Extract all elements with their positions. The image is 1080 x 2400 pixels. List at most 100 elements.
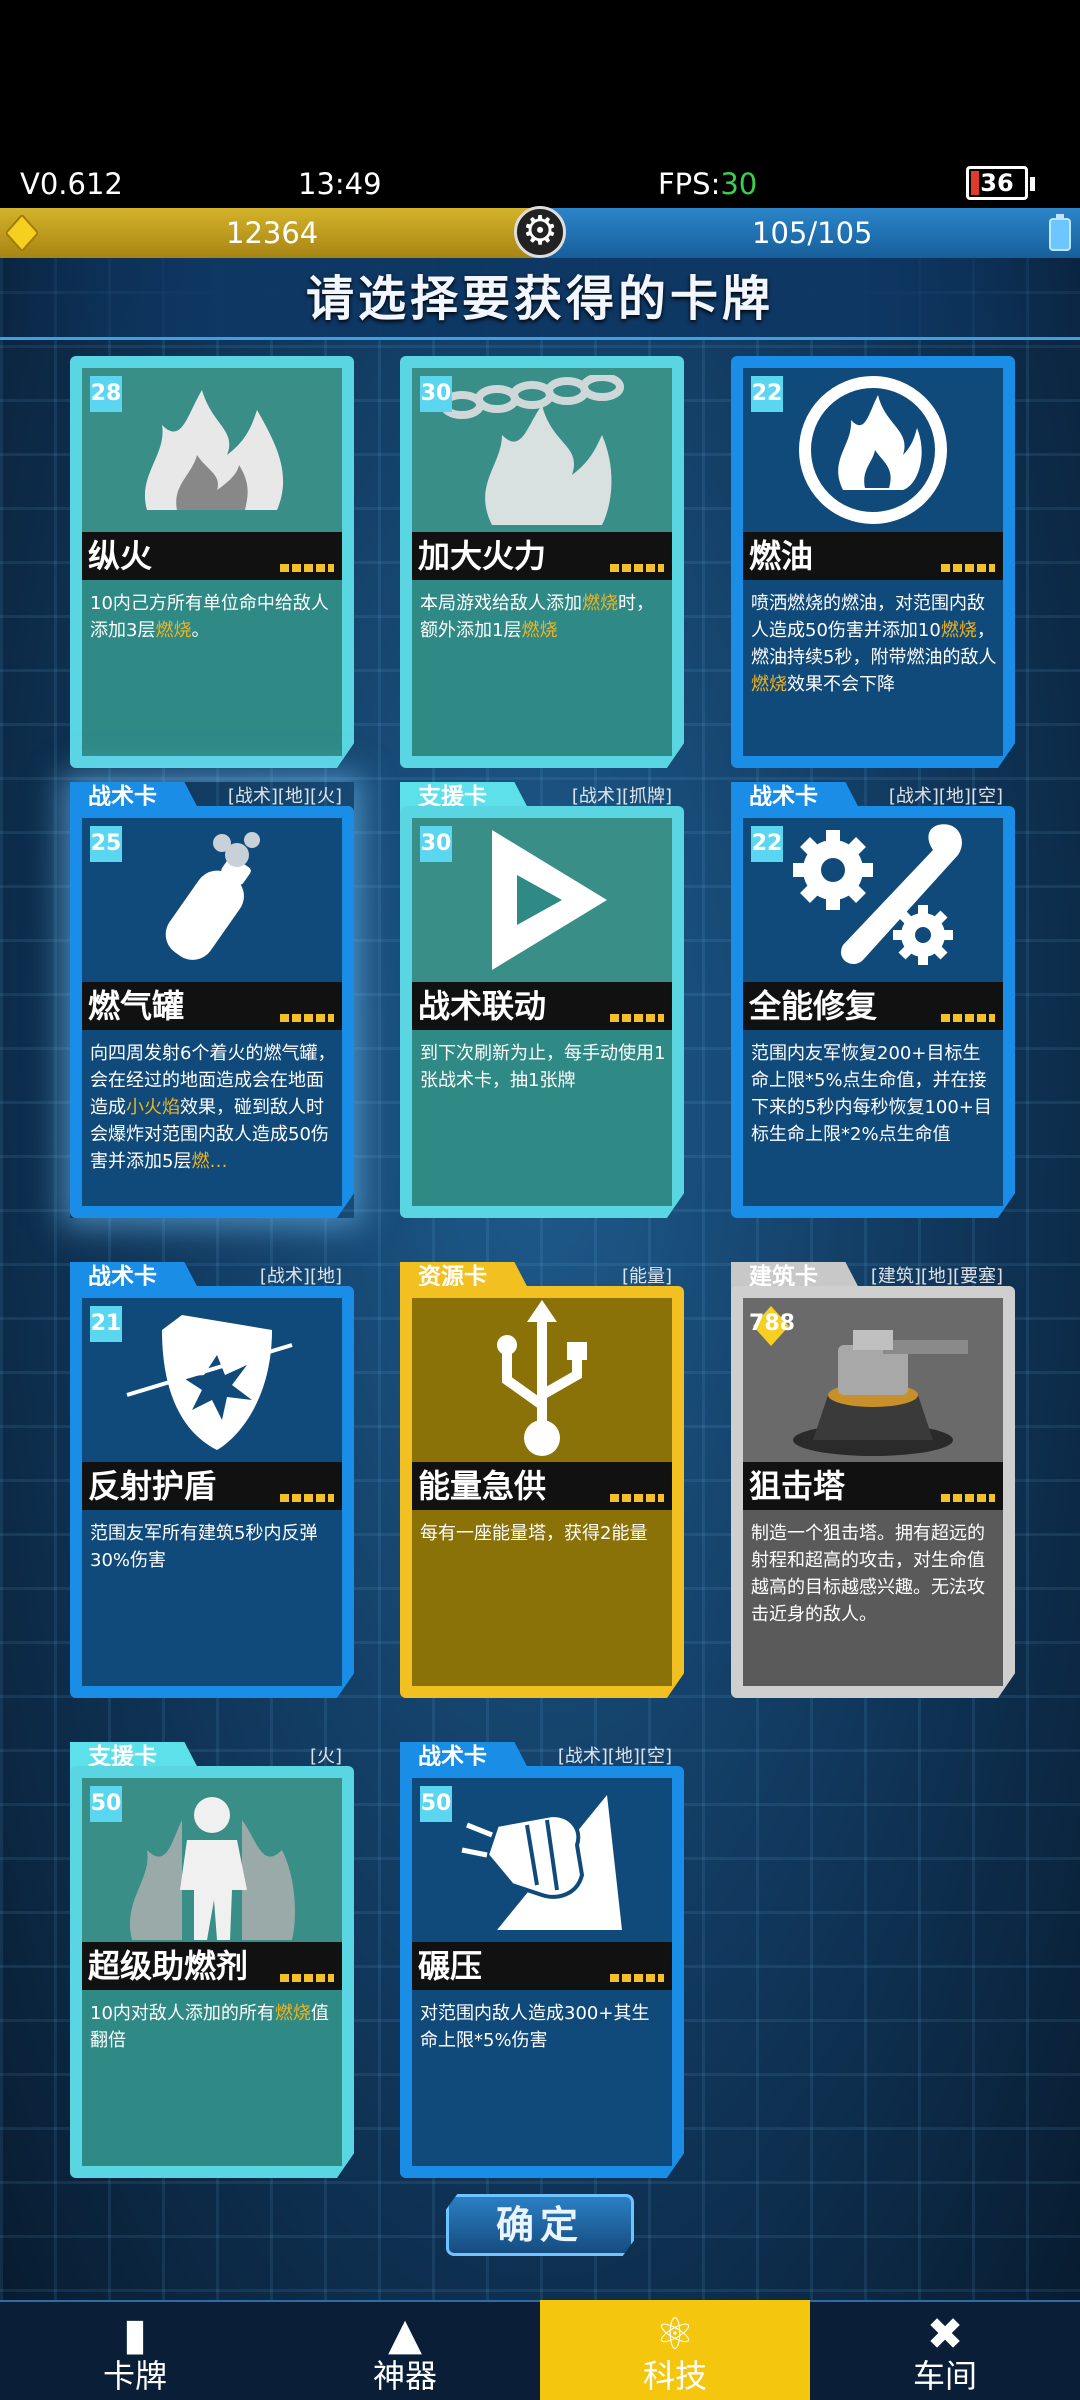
card-description: 对范围内敌人造成300+其生命上限*5%伤害 (420, 2000, 666, 2054)
card-body: 50 碾压 对范围内敌人造成300+其生命上限*5%伤害 (412, 1778, 672, 2166)
card-name: 纵火 (88, 537, 153, 575)
card-1[interactable]: 28 纵火 10内己方所有单位命中给敌人添加3层燃烧。 (70, 332, 354, 768)
description-text: 。 (191, 620, 210, 641)
keyword-highlight: 燃烧 (582, 593, 618, 614)
card-7[interactable]: 战术卡 [战术][地] 21 反射护盾 范围友军所有建筑5秒内反弹30%伤害 (70, 1262, 354, 1698)
card-body: 30 战术联动 到下次刷新为止，每手动使用1张战术卡，抽1张牌 (412, 818, 672, 1206)
page-title: 请选择要获得的卡牌 (305, 271, 774, 327)
card-description: 到下次刷新为止，每手动使用1张战术卡，抽1张牌 (420, 1040, 666, 1094)
card-name: 能量急供 (418, 1467, 547, 1505)
card-frame: 788 狙击塔 制造一个狙击塔。拥有超远的射程和超高的攻击，对生命值越高的目标越感兴… (731, 1286, 1015, 1698)
nav-label: 车间 (912, 2357, 977, 2395)
wrench-gear-icon (773, 820, 973, 980)
card-frame: 30 战术联动 到下次刷新为止，每手动使用1张战术卡，抽1张牌 (400, 806, 684, 1218)
card-10[interactable]: 支援卡 [火] 50 超级助燃剂 10内对敌人添加的所有燃烧值翻倍 (70, 1742, 354, 2178)
nav-label: 卡牌 (102, 2357, 167, 2395)
battery-text: 36 (980, 169, 1014, 197)
card-description: 10内对敌人添加的所有燃烧值翻倍 (90, 2000, 336, 2054)
card-name: 燃油 (749, 537, 814, 575)
burning-man-icon (122, 1780, 302, 1940)
gas-canister-icon (137, 825, 287, 975)
card-tags: [战术][地][火] (227, 786, 342, 807)
description-text: 效果不会下降 (787, 674, 895, 695)
fps-value: 30 (720, 167, 758, 201)
card-body: 能量急供每有一座能量塔，获得2能量 (412, 1298, 672, 1686)
card-description: 范围内友军恢复200+目标生命上限*5%点生命值，并在接下来的5秒内每秒恢复10… (751, 1040, 997, 1148)
card-tags: [战术][地][空] (557, 1746, 672, 1767)
card-body: 22 燃油 喷洒燃烧的燃油，对范围内敌人造成50伤害并添加10燃烧，燃油持续5秒，附… (743, 368, 1003, 756)
card-frame: 28 纵火 10内己方所有单位命中给敌人添加3层燃烧。 (70, 356, 354, 768)
card-frame: 22 燃油 喷洒燃烧的燃油，对范围内敌人造成50伤害并添加10燃烧，燃油持续5秒，附… (731, 356, 1015, 768)
card-cost: 25 (90, 826, 122, 862)
card-body: 25 燃气罐 向四周发射6个着火的燃气罐，会在经过的地面造成会在地面造成小火焰效果，… (82, 818, 342, 1206)
card-cost: 30 (420, 826, 452, 862)
card-5[interactable]: 支援卡 [战术][抓牌] 30 战术联动 到下次刷新为止，每手动使用1张战术卡，抽1张牌 (400, 782, 684, 1218)
card-cost: 28 (90, 376, 122, 412)
card-level-pips (280, 1974, 334, 1982)
shield-icon (122, 1305, 302, 1455)
arrow-icon (472, 825, 612, 975)
card-level-pips (610, 1014, 664, 1022)
keyword-highlight: 燃烧 (155, 620, 192, 641)
keyword-highlight: 小火焰 (126, 1097, 180, 1118)
battery-level (971, 171, 979, 195)
card-tags: [建筑][地][要塞] (870, 1266, 1003, 1287)
card-tags: [战术][地] (259, 1266, 342, 1287)
description-text: 10内己方所有单位命中给敌人添加3层 (90, 593, 329, 641)
card-body: 788 狙击塔 制造一个狙击塔。拥有超远的射程和超高的攻击，对生命值越高的目标越感兴… (743, 1298, 1003, 1686)
card-level-pips (280, 564, 334, 572)
card-art (412, 1298, 672, 1462)
card-name: 狙击塔 (749, 1467, 846, 1505)
settings-gear-icon[interactable]: ⚙ (514, 206, 566, 258)
card-cost: 21 (90, 1306, 122, 1342)
card-tags: [能量] (621, 1266, 672, 1287)
workshop-icon: ✖ (926, 2309, 964, 2360)
description-text: 到下次刷新为止，每手动使用1张战术卡，抽1张牌 (420, 1043, 666, 1091)
artifact-icon: ▲ (388, 2309, 422, 2360)
description-text: 制造一个狙击塔。拥有超远的射程和超高的攻击，对生命值越高的目标越感兴趣。无法攻击… (751, 1523, 985, 1625)
card-name: 加大火力 (418, 537, 547, 575)
card-body: 30 加大火力 本局游戏给敌人添加燃烧时，额外添加1层燃烧 (412, 368, 672, 756)
card-2[interactable]: 30 加大火力 本局游戏给敌人添加燃烧时，额外添加1层燃烧 (400, 332, 684, 768)
card-8[interactable]: 资源卡 [能量] 能量急供 每有一座能量塔，获得2能量 (400, 1262, 684, 1698)
card-level-pips (941, 1494, 995, 1502)
card-tags: [战术][地][空] (888, 786, 1003, 807)
confirm-button[interactable]: 确定 (446, 2194, 634, 2256)
card-body: 22 全能修复 范围内友军恢复200+目标生命上限*5%点生命值，并在接下来的5秒内… (743, 818, 1003, 1206)
nav-cards[interactable]: ▮ 卡牌 (0, 2300, 270, 2400)
card-body: 28 纵火 10内己方所有单位命中给敌人添加3层燃烧。 (82, 368, 342, 756)
turret-icon (773, 1300, 973, 1460)
description-text: 范围友军所有建筑5秒内反弹30%伤害 (90, 1523, 318, 1571)
card-11[interactable]: 战术卡 [战术][地][空] 50 碾压 对范围内敌人造成300+其生命上限*5%伤害 (400, 1742, 684, 2178)
card-6[interactable]: 战术卡 [战术][地][空] 22 全能修复 范围内友军恢复200+目标生命上限*5%点… (731, 782, 1015, 1218)
card-cost: 30 (420, 376, 452, 412)
card-level-pips (280, 1494, 334, 1502)
description-text: 本局游戏给敌人添加 (420, 593, 582, 614)
card-name: 全能修复 (749, 987, 878, 1025)
card-level-pips (610, 1494, 664, 1502)
nav-label: 科技 (642, 2357, 707, 2395)
card-name: 反射护盾 (88, 1467, 217, 1505)
fire-icon (127, 385, 297, 515)
description-text: 每有一座能量塔，获得2能量 (420, 1523, 648, 1544)
nav-artifact[interactable]: ▲ 神器 (270, 2300, 540, 2400)
card-body: 50 超级助燃剂 10内对敌人添加的所有燃烧值翻倍 (82, 1778, 342, 2166)
card-cost: 50 (90, 1786, 122, 1822)
card-9[interactable]: 建筑卡 [建筑][地][要塞] 788 狙击塔 制造一个狙击塔。拥有超远的射程和超高的攻… (731, 1262, 1015, 1698)
time-text: 13:49 (298, 167, 382, 201)
card-3[interactable]: 22 燃油 喷洒燃烧的燃油，对范围内敌人造成50伤害并添加10燃烧，燃油持续5秒，附… (731, 332, 1015, 768)
card-body: 21 反射护盾范围友军所有建筑5秒内反弹30%伤害 (82, 1298, 342, 1686)
description-text: 范围内友军恢复200+目标生命上限*5%点生命值，并在接下来的5秒内每秒恢复10… (751, 1043, 992, 1145)
gold-value: 12364 (226, 216, 319, 250)
card-level-pips (280, 1014, 334, 1022)
nav-workshop[interactable]: ✖ 车间 (810, 2300, 1080, 2400)
gold-bar: 12364 (0, 208, 540, 258)
card-description: 喷洒燃烧的燃油，对范围内敌人造成50伤害并添加10燃烧，燃油持续5秒，附带燃油的… (751, 590, 997, 698)
card-4[interactable]: 战术卡 [战术][地][火] 25 燃气罐 向四周发射6个着火的燃气罐，会在经过的地面造… (70, 782, 354, 1218)
nav-atom[interactable]: ⚛ 科技 (540, 2300, 810, 2400)
description-text: 10内对敌人添加的所有 (90, 2003, 275, 2024)
usb-icon (487, 1300, 597, 1460)
card-level-pips (610, 564, 664, 572)
card-name: 碾压 (418, 1947, 483, 1985)
card-tags: [火] (309, 1746, 342, 1767)
